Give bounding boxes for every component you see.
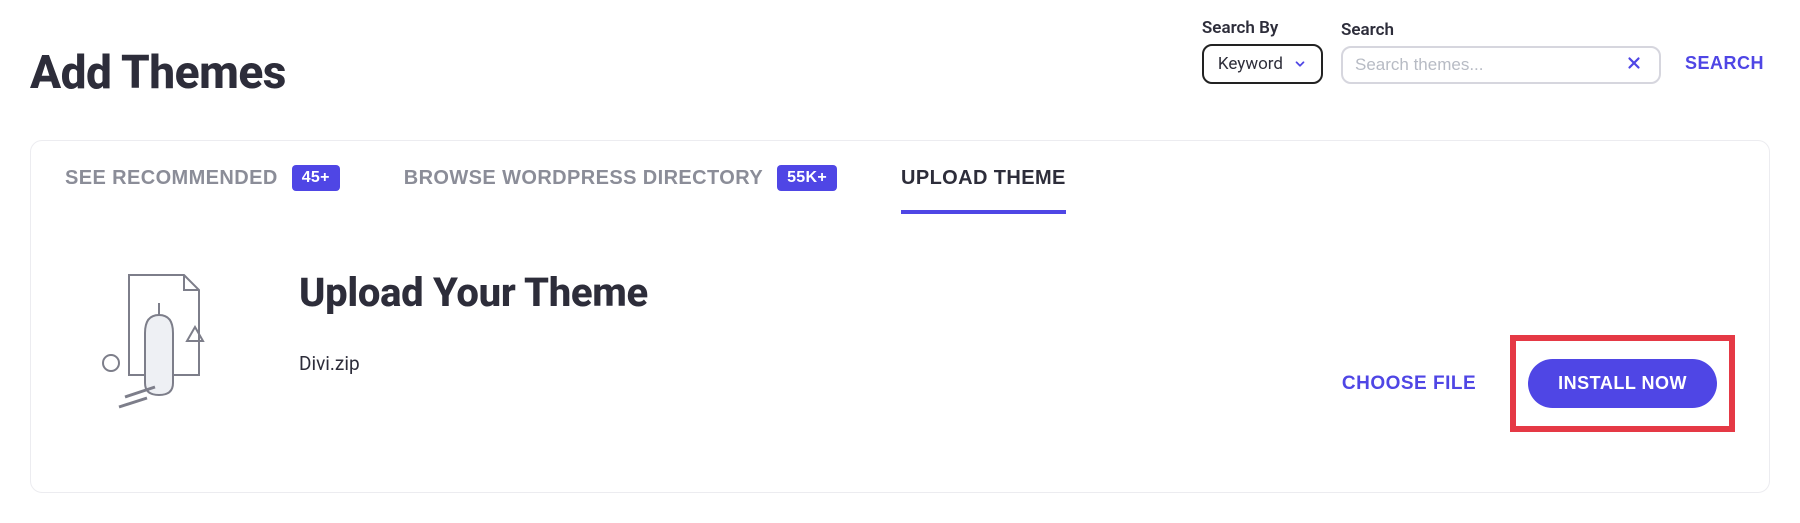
upload-heading: Upload Your Theme — [299, 269, 1272, 316]
install-now-button[interactable]: INSTALL NOW — [1528, 359, 1717, 408]
search-button[interactable]: SEARCH — [1679, 43, 1770, 84]
chevron-down-icon — [1293, 57, 1307, 71]
install-highlight: INSTALL NOW — [1510, 335, 1735, 432]
tab-badge: 45+ — [292, 165, 340, 191]
search-by-value: Keyword — [1218, 54, 1283, 74]
tab-badge: 55K+ — [777, 165, 837, 191]
tab-label: UPLOAD THEME — [901, 167, 1066, 190]
upload-area: Upload Your Theme Divi.zip CHOOSE FILE I… — [31, 215, 1769, 492]
search-box — [1341, 46, 1661, 84]
tabs: SEE RECOMMENDED 45+ BROWSE WORDPRESS DIR… — [31, 141, 1769, 215]
search-input[interactable] — [1355, 55, 1621, 75]
choose-file-button[interactable]: CHOOSE FILE — [1342, 373, 1476, 395]
page-title: Add Themes — [30, 18, 286, 100]
search-by-select[interactable]: Keyword — [1202, 44, 1323, 84]
search-controls: Search By Keyword Search SEARCH — [1202, 18, 1770, 84]
search-by-label: Search By — [1202, 18, 1323, 38]
tab-label: SEE RECOMMENDED — [65, 167, 278, 190]
clear-icon[interactable] — [1621, 54, 1647, 76]
selected-filename: Divi.zip — [299, 352, 1272, 375]
tab-see-recommended[interactable]: SEE RECOMMENDED 45+ — [65, 159, 340, 215]
tab-upload-theme[interactable]: UPLOAD THEME — [901, 161, 1066, 214]
themes-panel: SEE RECOMMENDED 45+ BROWSE WORDPRESS DIR… — [30, 140, 1770, 493]
search-label: Search — [1341, 20, 1661, 40]
tab-browse-directory[interactable]: BROWSE WORDPRESS DIRECTORY 55K+ — [404, 159, 837, 215]
tab-label: BROWSE WORDPRESS DIRECTORY — [404, 167, 763, 190]
upload-file-icon — [89, 265, 229, 419]
